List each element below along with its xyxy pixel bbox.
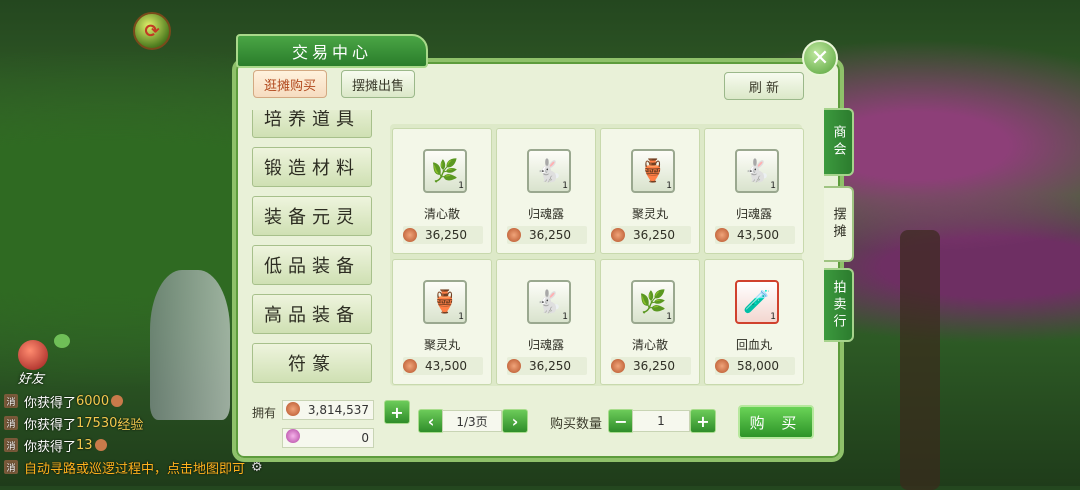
item-price: 36,250 [507,226,587,244]
coin-icon [715,359,729,373]
background-tree-trunk [900,230,940,490]
friends-label: 好友 [18,372,45,387]
chat-text: 你获得了 [24,417,77,433]
item-price: 36,250 [611,226,691,244]
coin-icon [611,359,625,373]
tab-auction[interactable]: 拍卖行 [824,268,854,342]
item-card[interactable]: 🐇 1 归魂露 36,250 [496,128,596,254]
category-item[interactable]: 高品装备 [252,294,372,334]
close-icon[interactable]: ✕ [802,40,838,76]
message-tag: 消 [4,416,18,430]
chat-suffix: 经验 [117,417,144,433]
refresh-button[interactable]: 刷 新 [724,72,804,100]
category-item[interactable]: 装备元灵 [252,196,372,236]
tab-stall[interactable]: 摆摊 [824,186,854,262]
page-indicator: 1/3页 [442,410,502,432]
category-item[interactable]: 低品装备 [252,245,372,285]
chat-text: 自动寻路或巡逻过程中，点击地图即可 [24,461,246,477]
chat-value: 17530 [76,415,118,431]
decrease-quantity-button[interactable]: − [608,409,634,433]
friends-button[interactable]: 好友 [10,334,70,387]
coin-icon [111,395,124,407]
chat-text: 你获得了 [24,395,77,411]
item-card[interactable]: 🌿 1 清心散 36,250 [600,259,700,385]
item-price: 43,500 [403,357,483,375]
spirit-dew-icon: 🐇 1 [527,280,571,324]
item-card[interactable]: 🏺 1 聚灵丸 43,500 [392,259,492,385]
prev-page-button[interactable]: ‹ [418,409,444,433]
coin-icon [286,402,300,416]
buy-button[interactable]: 购 买 [738,405,814,439]
increase-quantity-button[interactable]: + [690,409,716,433]
item-name: 聚灵丸 [631,207,668,221]
next-page-button[interactable]: › [502,409,528,433]
quantity-label: 购买数量 [550,417,603,432]
item-card[interactable]: 🧪 1 回血丸 58,000 [704,259,804,385]
message-tag: 消 [4,394,18,408]
coin-icon [507,228,521,242]
item-price: 58,000 [715,357,795,375]
tab-stall-sell[interactable]: 摆摊出售 [341,70,415,98]
jar-icon: 🏺 1 [423,280,467,324]
chat-text: 你获得了 [24,439,77,455]
item-name: 归魂露 [527,338,564,352]
gem-icon [286,429,300,443]
refresh-swap-icon[interactable]: ⟳ [133,12,171,50]
reward-icon [94,439,107,451]
category-item[interactable]: 符篆 [252,343,372,383]
coin-icon [611,228,625,242]
message-tag: 消 [4,438,18,452]
item-card[interactable]: 🐇 1 归魂露 43,500 [704,128,804,254]
coin-icon [507,359,521,373]
chat-value: 6000 [76,393,110,409]
owned-label: 拥有 [252,406,277,420]
tab-guild-shop[interactable]: 商会 [824,108,854,176]
item-grid: 🌿 1 清心散 36,250 🐇 1 归魂露 36,250 🏺 1 聚灵丸 36,25… [390,124,804,386]
item-price: 36,250 [507,357,587,375]
item-name: 清心散 [423,207,460,221]
mail-icon[interactable] [54,334,70,348]
tab-browse-buy[interactable]: 逛摊购买 [253,70,327,98]
item-card[interactable]: 🌿 1 清心散 36,250 [392,128,492,254]
category-list: 培养道具 锻造材料 装备元灵 低品装备 高品装备 符篆 [252,110,372,400]
category-item[interactable]: 培养道具 [252,110,372,138]
blue-potion-icon: 🧪 1 [735,280,779,324]
item-name: 回血丸 [735,338,772,352]
item-name: 清心散 [631,338,668,352]
chat-value: 13 [76,437,93,453]
item-name: 归魂露 [527,207,564,221]
item-name: 归魂露 [735,207,772,221]
coin-icon [715,228,729,242]
item-card[interactable]: 🐇 1 归魂露 36,250 [496,259,596,385]
spirit-dew-icon: 🐇 1 [735,149,779,193]
item-name: 聚灵丸 [423,338,460,352]
item-card[interactable]: 🏺 1 聚灵丸 36,250 [600,128,700,254]
jar-icon: 🏺 1 [631,149,675,193]
add-currency-button[interactable]: + [384,400,410,424]
item-price: 36,250 [611,357,691,375]
quantity-input[interactable]: 1 [632,410,690,432]
category-item[interactable]: 锻造材料 [252,147,372,187]
item-price: 43,500 [715,226,795,244]
coin-icon [403,228,417,242]
window-title: 交易中心 [236,34,428,68]
item-price: 36,250 [403,226,483,244]
green-herb-icon: 🌿 1 [631,280,675,324]
spirit-dew-icon: 🐇 1 [527,149,571,193]
coin-icon [403,359,417,373]
friends-icon [18,340,48,370]
message-tag: 消 [4,460,18,474]
green-herb-icon: 🌿 1 [423,149,467,193]
